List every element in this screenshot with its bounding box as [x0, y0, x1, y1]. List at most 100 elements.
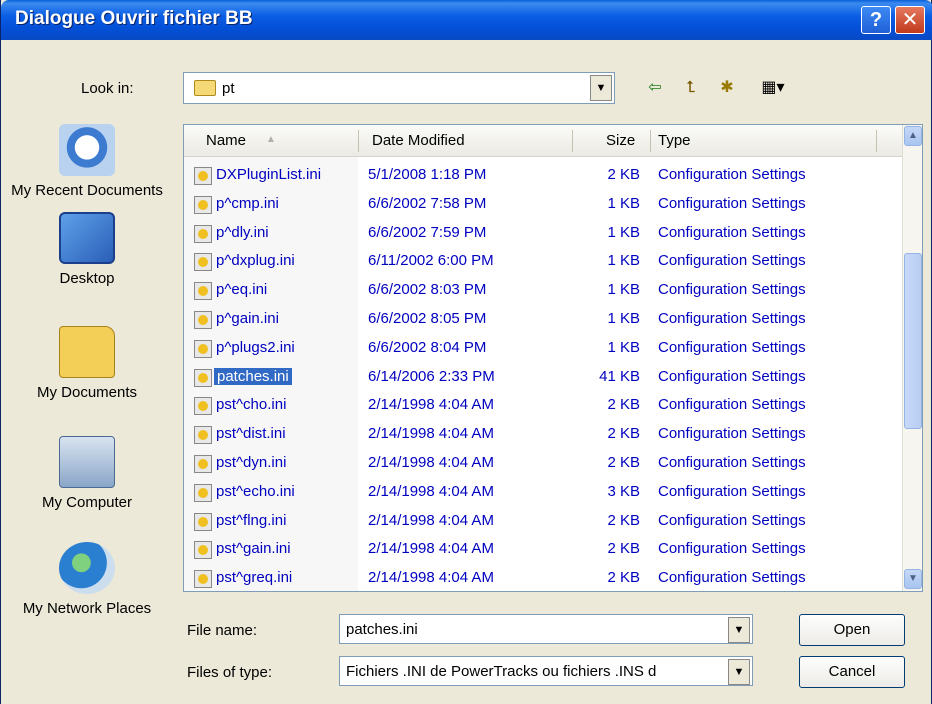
scroll-thumb[interactable] [904, 253, 922, 429]
file-date-cell: 6/6/2002 8:05 PM [368, 310, 487, 327]
column-header-size[interactable]: Size [606, 132, 635, 149]
ini-file-icon [194, 570, 212, 589]
places-bar: My Recent Documents Desktop My Documents… [1, 112, 173, 672]
file-row[interactable]: pst^gain.ini 2/14/1998 4:04 AM 2 KB Configu… [184, 535, 902, 564]
open-button[interactable]: Open [799, 614, 905, 646]
scroll-up-button[interactable]: ▲ [904, 126, 922, 146]
look-in-dropdown-arrow[interactable]: ▼ [590, 75, 612, 101]
file-date-cell: 2/14/1998 4:04 AM [368, 482, 494, 500]
network-places-icon [59, 542, 115, 594]
scroll-down-button[interactable]: ▼ [904, 569, 922, 589]
file-name-input[interactable]: patches.ini ▼ [339, 614, 753, 644]
file-row[interactable]: pst^dyn.ini 2/14/1998 4:04 AM 2 KB Configur… [184, 449, 902, 478]
file-size-cell: 2 KB [607, 540, 640, 558]
file-type-cell: Configuration Settings [658, 482, 806, 500]
file-type-cell: Configuration Settings [658, 540, 806, 558]
place-my-computer[interactable]: My Computer [1, 436, 173, 512]
file-row[interactable]: pst^flng.ini 2/14/1998 4:04 AM 2 KB Configu… [184, 507, 902, 536]
file-size-cell: 1 KB [607, 338, 640, 356]
recent-documents-icon [59, 124, 115, 176]
column-separator[interactable] [876, 130, 877, 152]
window-title: Dialogue Ouvrir fichier BB [15, 8, 253, 29]
file-row[interactable]: p^cmp.ini 6/6/2002 7:58 PM 1 KB Configurati… [184, 190, 902, 219]
file-type-cell: Configuration Settings [658, 252, 806, 270]
file-row[interactable]: pst^greq.ini 2/14/1998 4:04 AM 2 KB Configu… [184, 564, 902, 591]
back-icon[interactable]: ⇦ [643, 76, 667, 100]
file-row[interactable]: p^plugs2.ini 6/6/2002 8:04 PM 1 KB Configur… [184, 334, 902, 363]
column-separator[interactable] [572, 130, 573, 152]
file-row[interactable]: pst^echo.ini 2/14/1998 4:04 AM 3 KB Configu… [184, 478, 902, 507]
file-date-cell: 6/11/2002 6:00 PM [368, 252, 494, 270]
ini-file-icon [194, 282, 212, 301]
ini-file-icon [194, 426, 212, 445]
file-type-cell: Configuration Settings [658, 166, 806, 183]
ini-file-icon [194, 397, 212, 416]
file-row[interactable]: p^eq.ini 6/6/2002 8:03 PM 1 KB Configuratio… [184, 276, 902, 305]
help-button[interactable]: ? [861, 6, 891, 34]
column-header-date-modified[interactable]: Date Modified [372, 132, 465, 149]
place-my-documents[interactable]: My Documents [1, 326, 173, 402]
file-row[interactable]: p^dxplug.ini 6/11/2002 6:00 PM 1 KB Configu… [184, 247, 902, 276]
file-name-cell: pst^cho.ini [216, 396, 287, 414]
file-date-cell: 2/14/1998 4:04 AM [368, 425, 494, 443]
place-my-network-places[interactable]: My Network Places [0, 542, 177, 618]
files-of-type-dropdown-arrow[interactable]: ▼ [728, 659, 750, 685]
ini-file-icon [194, 224, 212, 243]
file-date-cell: 2/14/1998 4:04 AM [368, 454, 494, 471]
new-folder-icon[interactable]: ✱ [715, 76, 739, 100]
file-type-cell: Configuration Settings [658, 310, 806, 327]
place-label: Desktop [59, 270, 115, 287]
look-in-combo[interactable]: pt ▼ [183, 72, 615, 104]
column-header-name[interactable]: Name [206, 132, 246, 149]
file-name-cell: p^dxplug.ini [216, 252, 295, 270]
column-header-type[interactable]: Type [658, 132, 691, 149]
open-file-dialog: Dialogue Ouvrir fichier BB ? ✕ Look in: … [0, 0, 932, 704]
place-label: My Computer [41, 494, 133, 511]
files-of-type-select[interactable]: Fichiers .INI de PowerTracks ou fichiers… [339, 656, 753, 686]
file-row[interactable]: pst^cho.ini 2/14/1998 4:04 AM 2 KB Configur… [184, 391, 902, 420]
file-size-cell: 41 KB [599, 367, 640, 385]
vertical-scrollbar[interactable]: ▲ ▼ [902, 125, 922, 591]
file-row[interactable]: patches.ini 6/14/2006 2:33 PM 41 KB Configu… [184, 363, 902, 392]
file-row[interactable]: p^dly.ini 6/6/2002 7:59 PM 1 KB Configurati… [184, 219, 902, 248]
file-size-cell: 2 KB [607, 425, 640, 443]
file-type-cell: Configuration Settings [658, 569, 806, 587]
folder-icon [194, 80, 216, 96]
cancel-button[interactable]: Cancel [799, 656, 905, 688]
desktop-icon [59, 212, 115, 264]
file-name-cell: p^eq.ini [216, 281, 268, 299]
file-type-cell: Configuration Settings [658, 396, 806, 414]
ini-file-icon [194, 167, 212, 185]
file-date-cell: 2/14/1998 4:04 AM [368, 511, 494, 529]
place-my-recent-documents[interactable]: My Recent Documents [1, 124, 173, 200]
ini-file-icon [194, 512, 212, 531]
ini-file-icon [194, 311, 212, 329]
file-type-cell: Configuration Settings [658, 367, 806, 385]
file-name-cell: p^plugs2.ini [216, 338, 295, 356]
file-date-cell: 2/14/1998 4:04 AM [368, 396, 494, 414]
up-folder-icon[interactable]: ⮤ [679, 76, 703, 100]
file-row[interactable]: DXPluginList.ini 5/1/2008 1:18 PM 2 KB Conf… [184, 161, 902, 190]
place-label: My Network Places [22, 600, 152, 617]
file-type-cell: Configuration Settings [658, 425, 806, 443]
place-desktop[interactable]: Desktop [1, 212, 173, 288]
title-bar[interactable]: Dialogue Ouvrir fichier BB ? ✕ [1, 0, 932, 40]
files-of-type-value: Fichiers .INI de PowerTracks ou fichiers… [346, 663, 657, 680]
file-size-cell: 2 KB [607, 454, 640, 471]
column-separator[interactable] [650, 130, 651, 152]
file-date-cell: 6/14/2006 2:33 PM [368, 367, 495, 385]
views-menu-icon[interactable]: ▦▾ [753, 76, 793, 100]
file-name-dropdown-arrow[interactable]: ▼ [728, 617, 750, 643]
file-row[interactable]: pst^dist.ini 2/14/1998 4:04 AM 2 KB Configu… [184, 420, 902, 449]
column-separator[interactable] [358, 130, 359, 152]
file-size-cell: 2 KB [607, 511, 640, 529]
file-name-cell: pst^dist.ini [216, 425, 286, 443]
file-list[interactable]: Name ▲ Date Modified Size Type DXPluginL… [183, 124, 923, 592]
file-size-cell: 1 KB [607, 223, 640, 241]
file-type-cell: Configuration Settings [658, 281, 806, 299]
file-name-cell: pst^gain.ini [216, 540, 291, 558]
my-documents-icon [59, 326, 115, 378]
close-button[interactable]: ✕ [895, 6, 925, 34]
file-row[interactable]: p^gain.ini 6/6/2002 8:05 PM 1 KB Configurat… [184, 305, 902, 334]
my-computer-icon [59, 436, 115, 488]
